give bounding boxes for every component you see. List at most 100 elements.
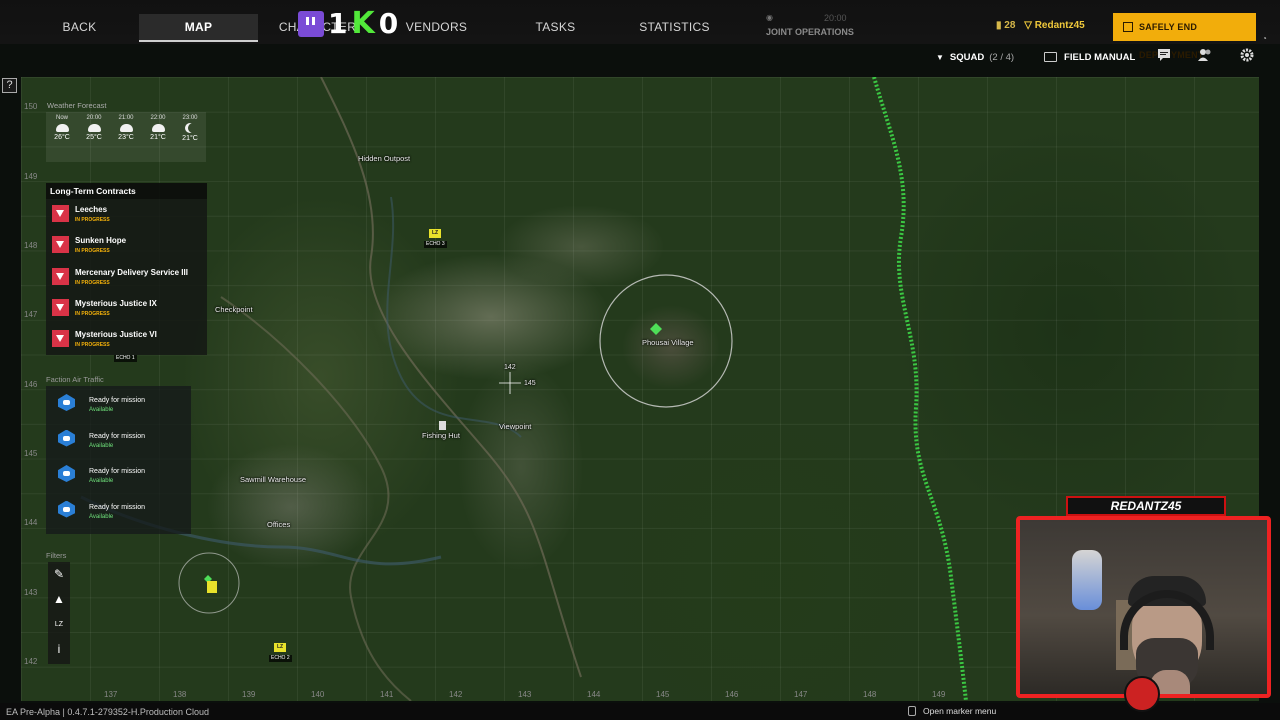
weather-time: 23:00: [182, 115, 198, 121]
chat-icon[interactable]: [1157, 48, 1171, 64]
username: Redantz45: [1034, 20, 1085, 31]
x-tick: 143: [518, 690, 532, 699]
open-marker-menu-hint[interactable]: Open marker menu: [908, 706, 996, 716]
weather-forecast-title: Weather Forecast: [47, 101, 107, 110]
air-traffic-title: Ready for mission: [89, 503, 146, 511]
x-tick: 146: [725, 690, 739, 699]
contract-item[interactable]: Mercenary Delivery Service III IN PROGRE…: [46, 262, 207, 293]
tree-icon[interactable]: ▲: [48, 587, 70, 612]
helicopter-icon: [58, 500, 75, 518]
pencil-icon[interactable]: ✎: [48, 562, 70, 587]
weather-temp: 23°C: [118, 134, 134, 141]
contract-item[interactable]: Mysterious Justice IX IN PROGRESS: [46, 293, 207, 324]
rank-icon: ▽: [1024, 20, 1032, 31]
faction-air-traffic-panel: Ready for mission Available Ready for mi…: [46, 386, 191, 534]
kick-icon: K: [351, 6, 375, 41]
weather-hour: Now 26°C: [46, 112, 78, 162]
contract-item[interactable]: Sunken Hope IN PROGRESS: [46, 230, 207, 261]
weather-forecast-panel: Now 26°C 20:00 25°C 21:00 23°C 22:00 21°…: [46, 112, 206, 162]
weather-time: 20:00: [86, 115, 102, 121]
contract-status: IN PROGRESS: [75, 217, 110, 223]
sub-toolbar: ▼ SQUAD (2 / 4) FIELD MANUAL: [936, 48, 1135, 66]
tab-tasks[interactable]: TASKS: [496, 14, 615, 42]
info-icon[interactable]: i: [48, 637, 70, 662]
mouse-icon: [908, 706, 916, 716]
field-manual-label: FIELD MANUAL: [1064, 51, 1136, 63]
contract-name: Leeches: [75, 205, 108, 214]
weather-hour: 21:00 23°C: [110, 112, 142, 162]
location-label: Checkpoint: [215, 305, 253, 314]
weather-time: 22:00: [150, 115, 166, 121]
contract-faction-icon: [52, 330, 69, 348]
x-tick: 144: [587, 690, 601, 699]
gear-icon[interactable]: [1240, 48, 1254, 64]
currency-amount: 28: [1004, 20, 1016, 31]
y-tick: 146: [24, 380, 38, 389]
y-tick: 147: [24, 310, 38, 319]
location-label: Offices: [267, 520, 291, 529]
landing-zone-filter-icon[interactable]: LZ: [48, 612, 70, 637]
air-traffic-item[interactable]: Ready for mission Available: [46, 493, 191, 529]
contract-item[interactable]: Leeches IN PROGRESS: [46, 199, 207, 230]
x-tick: 147: [794, 690, 808, 699]
landing-zone-marker[interactable]: LZ: [429, 229, 441, 238]
contract-status: IN PROGRESS: [75, 279, 110, 286]
y-tick: 145: [24, 449, 38, 458]
coordinate-readout: 145: [524, 380, 536, 387]
field-manual-button[interactable]: FIELD MANUAL: [1044, 52, 1135, 63]
streamer-logo: [1124, 676, 1160, 712]
weather-time: 21:00: [118, 115, 134, 121]
weather-hour: 20:00 25°C: [78, 112, 110, 162]
long-term-contracts-panel: Long-Term Contracts Leeches IN PROGRESS …: [46, 183, 207, 356]
tab-statistics[interactable]: STATISTICS: [615, 14, 734, 42]
squad-label[interactable]: SQUAD: [950, 52, 984, 63]
contract-name: Sunken Hope: [75, 236, 127, 246]
tab-back[interactable]: BACK: [20, 14, 139, 42]
x-tick: 141: [380, 690, 394, 699]
air-traffic-item[interactable]: Ready for mission Available: [46, 457, 191, 493]
landing-zone-marker[interactable]: LZ: [274, 643, 286, 652]
weather-hour: 23:00 21°C: [174, 112, 206, 162]
x-tick: 138: [173, 690, 187, 699]
location-label: Viewpoint: [499, 422, 532, 431]
weather-temp: 21°C: [182, 135, 198, 142]
help-button[interactable]: ?: [2, 78, 17, 93]
contracts-title: Long-Term Contracts: [46, 183, 207, 199]
end-deployment-label: SAFELY END DEPLOYMENT: [1139, 22, 1204, 60]
hut-marker-icon[interactable]: [439, 421, 446, 430]
contract-faction-icon: [52, 205, 69, 222]
y-tick: 150: [24, 102, 38, 111]
streamer-webcam: REDANTZ45: [1006, 496, 1278, 718]
task-marker-icon[interactable]: [207, 581, 217, 593]
contract-faction-icon: [52, 267, 69, 285]
contract-name: Mysterious Justice IX: [75, 298, 157, 308]
contract-name: Mercenary Delivery Service III: [75, 267, 188, 277]
air-traffic-title: Ready for mission: [89, 468, 146, 475]
weather-time: Now: [55, 115, 68, 121]
x-tick: 139: [242, 690, 256, 699]
lamp: [1072, 550, 1102, 610]
contract-status: IN PROGRESS: [75, 342, 110, 349]
player-info: ▮ 28 ▽ Redantz45: [996, 20, 1085, 31]
book-icon: [1044, 52, 1058, 62]
y-tick: 143: [24, 588, 38, 597]
safely-end-deployment-button[interactable]: SAFELY END DEPLOYMENT: [1113, 13, 1256, 60]
weather-temp: 21°C: [150, 134, 166, 141]
contract-name: Mysterious Justice VI: [75, 330, 157, 340]
contract-faction-icon: [52, 236, 69, 254]
location-label: Hidden Outpost: [358, 154, 411, 163]
coordinate-readout: 142: [504, 364, 516, 371]
air-traffic-item[interactable]: Ready for mission Available: [46, 386, 191, 422]
cloud-icon: [119, 124, 133, 132]
contract-item[interactable]: Mysterious Justice VI IN PROGRESS: [46, 324, 207, 355]
air-traffic-title: Ready for mission: [89, 397, 146, 404]
friends-icon[interactable]: [1197, 48, 1213, 64]
tab-map[interactable]: MAP: [139, 14, 258, 42]
cloud-icon: [151, 124, 165, 132]
chevron-down-icon[interactable]: ▼: [936, 53, 944, 62]
air-traffic-item[interactable]: Ready for mission Available: [46, 422, 191, 458]
x-tick: 140: [311, 690, 325, 699]
x-tick: 145: [656, 690, 670, 699]
filters-toolbar: ✎ ▲ LZ i: [48, 562, 70, 664]
air-traffic-status: Available: [89, 513, 114, 520]
